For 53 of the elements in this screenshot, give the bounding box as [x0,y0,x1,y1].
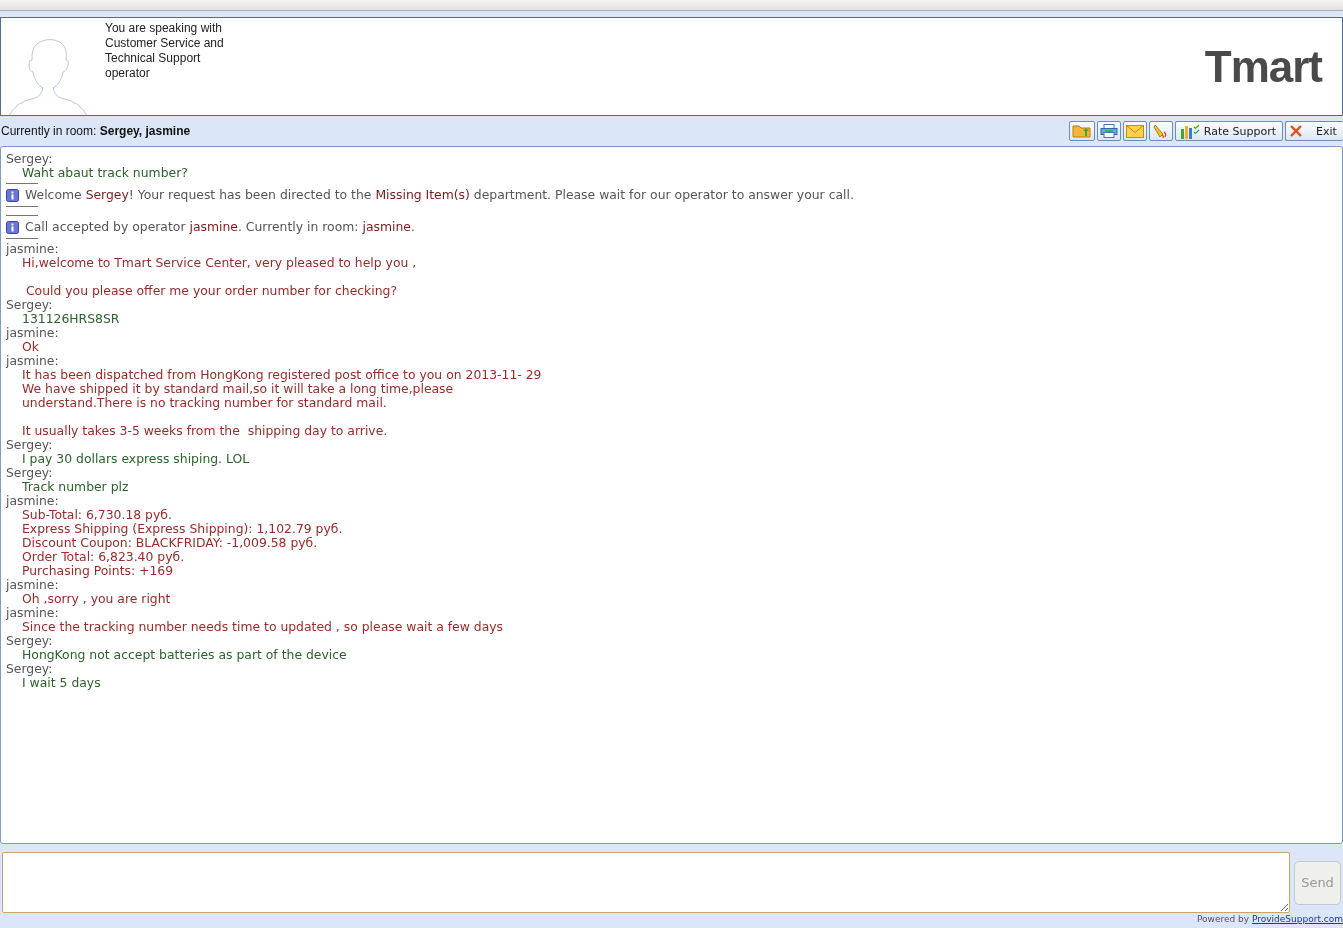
room-members-text: Currently in room: Sergey, jasmine [1,124,191,138]
message-text: Sub-Total: 6,730.18 руб. [22,508,172,522]
message-text: Since the tracking number needs time to updated , so please wait a few days [22,620,504,634]
logo-text: Tmart [1204,44,1322,89]
message-text: Discount Coupon: BLACKFRIDAY: -1,009.58 руб. [22,536,318,550]
printer-icon [1099,124,1118,138]
powered-by-text: Powered by ProvideSupport.com [1196,914,1343,925]
message-text: HongKong not accept batteries as part of the device [22,648,347,662]
speaker-name: Sergey: [6,152,54,166]
speaker-name: jasmine: [6,494,60,508]
envelope-icon [1125,124,1144,138]
bar-chart-icon [1179,123,1200,139]
info-icon [6,220,19,234]
sound-button[interactable] [1148,121,1173,141]
speaker-name: Sergey: [6,662,53,676]
speaker-name: Sergey: [6,466,54,480]
speaker-name: Sergey: [6,438,53,452]
system-message: Welcome Sergey! Your request has been directed to the Missing Item(s) department. Please wait for our operator to answer your call. [25,188,854,202]
message-text: Express Shipping (Express Shipping): 1,102.79 руб. [22,522,343,536]
exit-button[interactable]: Exit [1285,121,1343,141]
message-input[interactable] [2,852,1290,913]
message-text: Ok [22,340,39,354]
message-text: Order Total: 6,823.40 руб. [22,550,185,564]
print-button[interactable] [1096,121,1121,141]
speaker-name: jasmine: [6,242,60,256]
message-text: Hi,welcome to Tmart Service Center, very pleased to help you , [22,256,417,270]
rate-support-button[interactable]: Rate Support [1174,121,1283,141]
message-text: Could you please offer me your order number for checking? [24,282,397,298]
intro-text: You are speaking with Customer Service and Technical Support operator [105,21,225,81]
provider-link[interactable]: ProvideSupport.com [1252,914,1343,924]
message-text: I wait 5 days [22,676,101,690]
speaker-name: Sergey: [6,634,54,648]
speaker-name: jasmine: [6,578,59,592]
message-text: It has been dispatched from HongKong registered post office to you on 2013-11- 29 [22,368,542,382]
message-text: Waht abaut track number? [22,166,188,180]
message-text: understand.There is no tracking number for standard mail. [22,396,387,410]
folder-icon [1071,124,1092,138]
speaker-name: jasmine: [6,354,60,368]
message-text: Purchasing Points: +169 [22,564,174,578]
email-button[interactable] [1122,121,1147,141]
message-text: Oh ,sorry , you are right [22,592,171,606]
send-file-button[interactable] [1068,121,1095,141]
speaker-name: Sergey: [6,298,54,312]
message-text: Track number plz [22,480,129,494]
message-text: I pay 30 dollars express shiping. LOL [22,452,250,466]
message-text: It usually takes 3-5 weeks from the shipping day to arrive. [22,422,388,438]
speaker-name: jasmine: [6,326,60,340]
message-text: 131126HRS8SR [22,312,120,326]
close-icon [1290,125,1302,137]
message-text: We have shipped it by standard mail,so it will take a long time,please [22,382,454,396]
speaker-name: jasmine: [6,606,59,620]
info-icon [6,188,19,202]
system-message: Call accepted by operator jasmine. Currently in room: jasmine. [25,220,415,234]
